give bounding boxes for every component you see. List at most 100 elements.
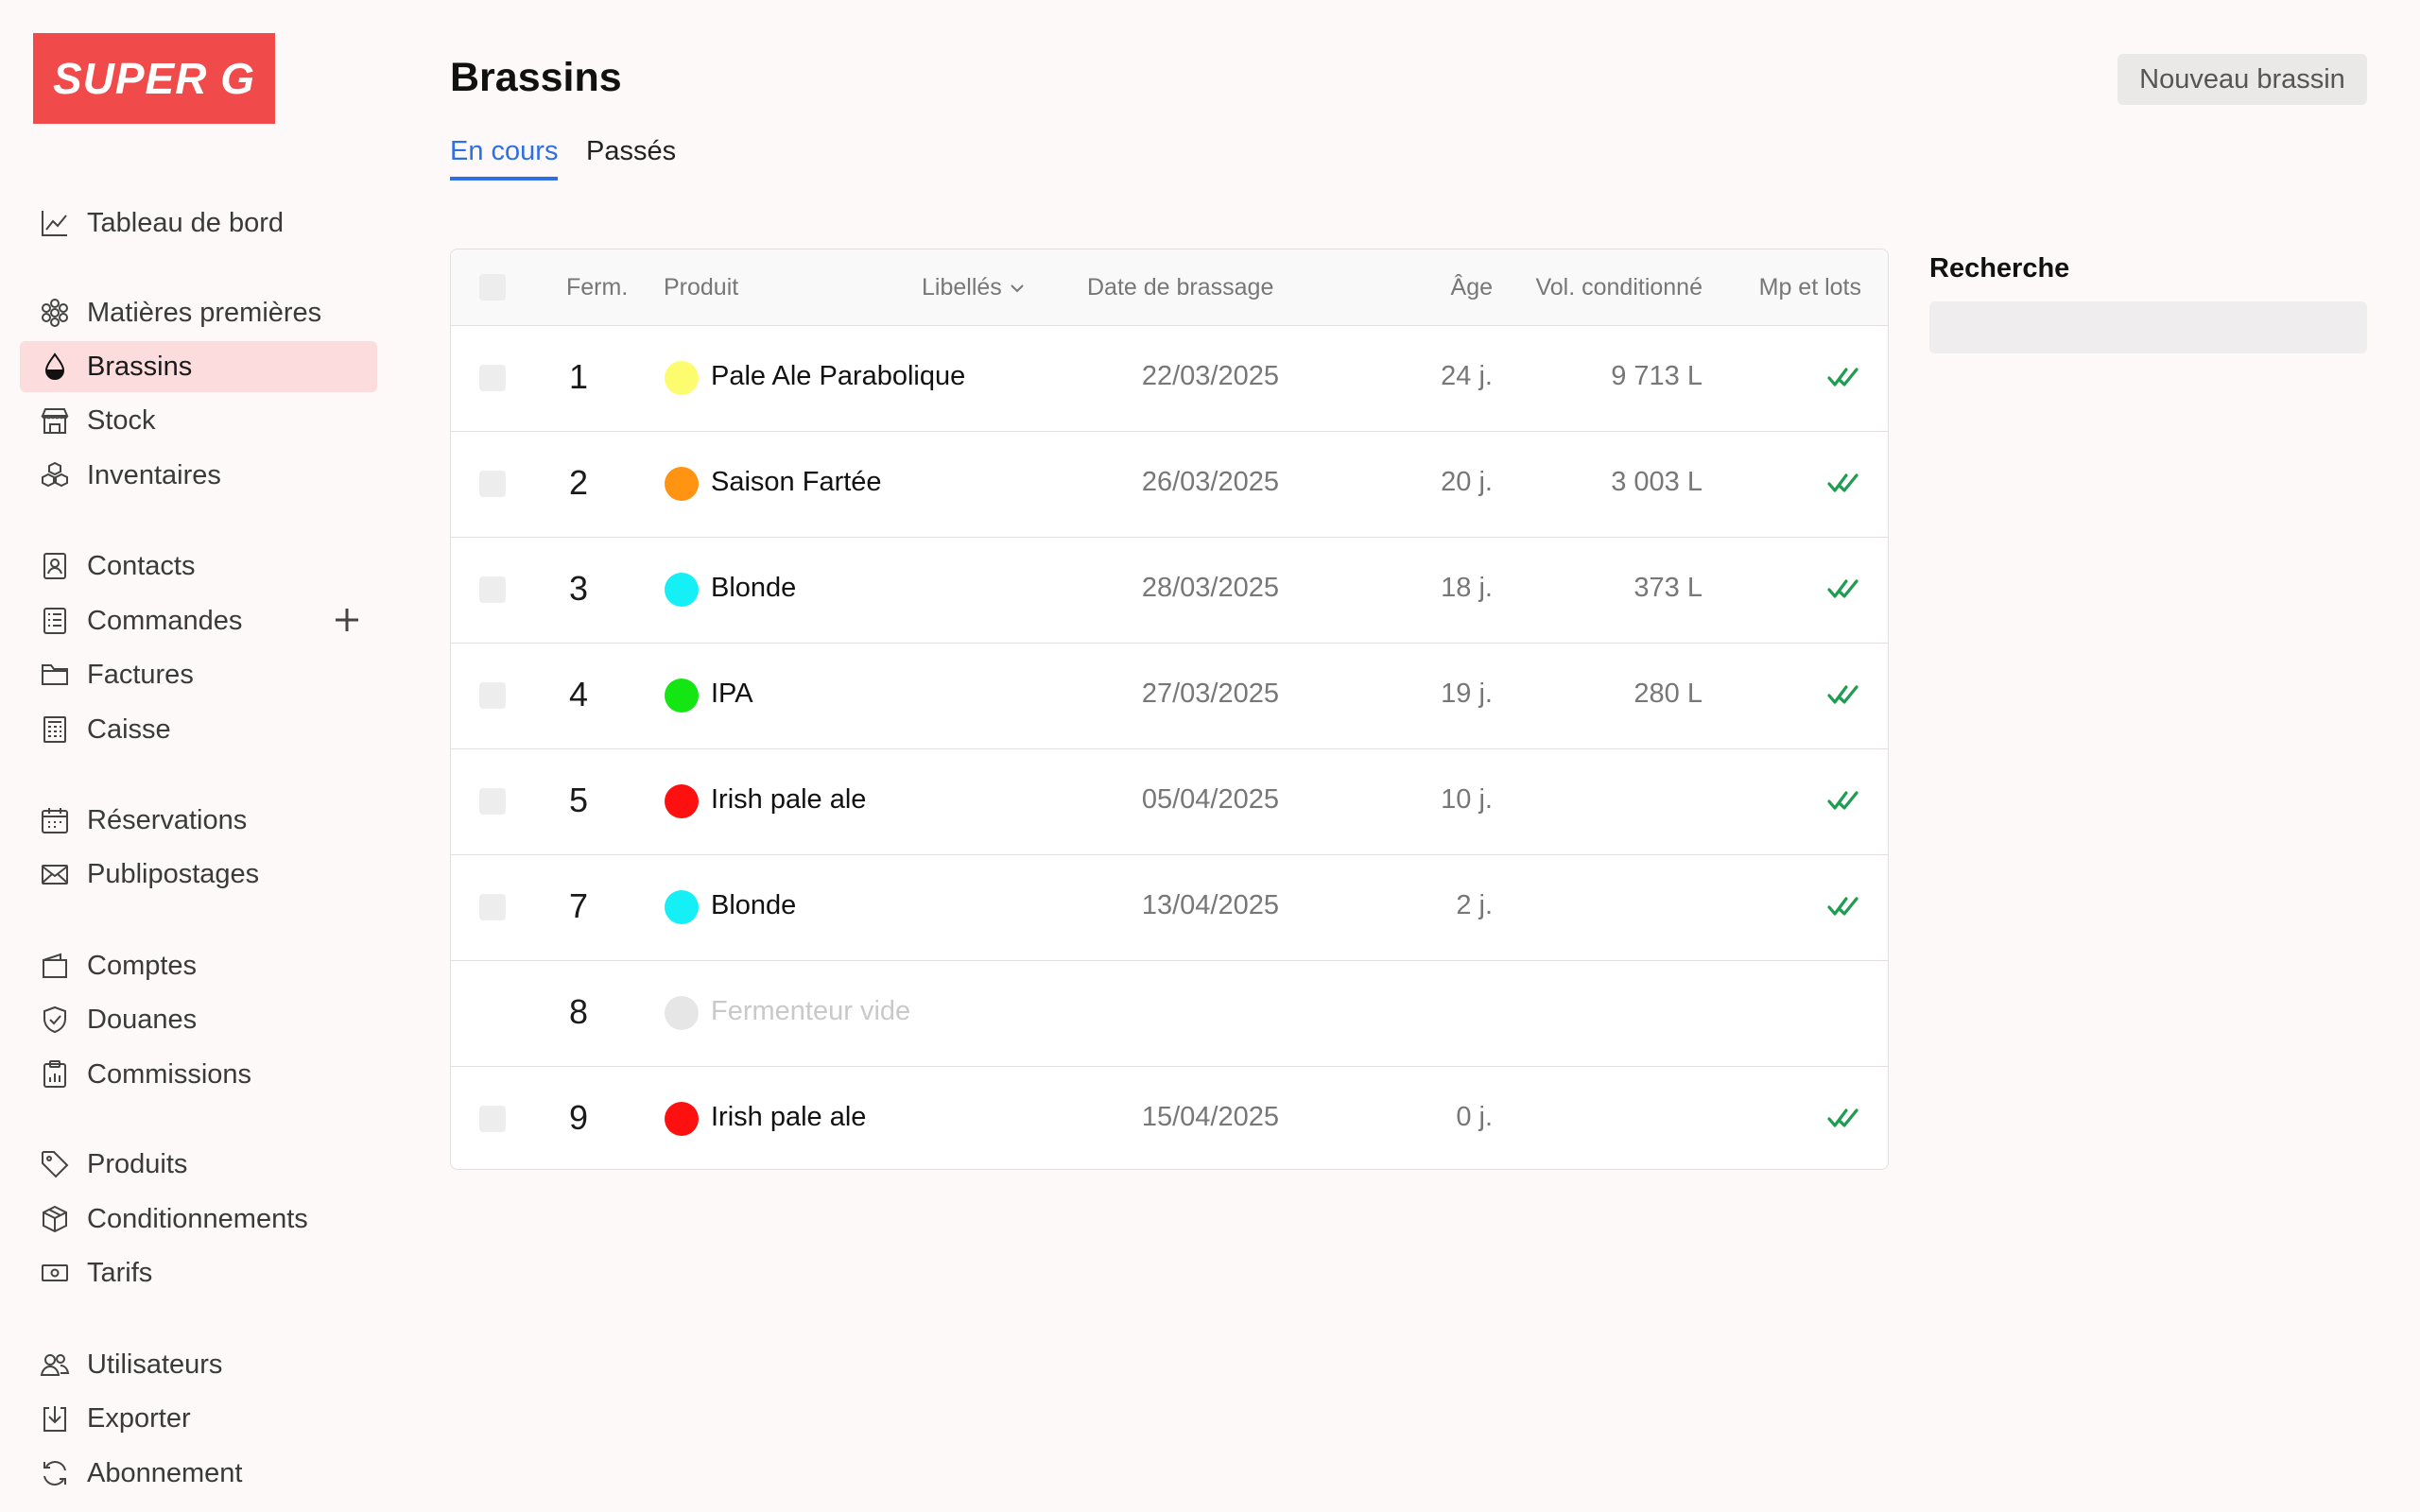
table-row[interactable]: 4 IPA 27/03/2025 19 j. 280 L [451, 643, 1888, 749]
sidebar-item-caisse[interactable]: Caisse [20, 704, 377, 755]
column-header-produit[interactable]: Produit [664, 274, 738, 301]
sidebar-item-label: Caisse [87, 713, 171, 745]
product-name: Fermenteur vide [711, 996, 911, 1026]
product-name[interactable]: Pale Ale Parabolique [711, 361, 965, 392]
product-name[interactable]: IPA [711, 679, 753, 710]
table-row[interactable]: 9 Irish pale ale 15/04/2025 0 j. [451, 1066, 1888, 1172]
label-color-dot [665, 784, 699, 818]
product-name[interactable]: Blonde [711, 890, 796, 921]
sidebar-item-commissions[interactable]: Commissions [20, 1049, 377, 1100]
folder-icon [38, 658, 72, 692]
sidebar-item-reservations[interactable]: Réservations [20, 795, 377, 846]
search-input[interactable] [1929, 301, 2367, 353]
table-row[interactable]: 2 Saison Fartée 26/03/2025 20 j. 3 003 L [451, 431, 1888, 538]
sidebar-item-inventaires[interactable]: Inventaires [20, 450, 377, 501]
brew-date: 05/04/2025 [1141, 784, 1279, 815]
product-name[interactable]: Blonde [711, 573, 796, 604]
sidebar-item-produits[interactable]: Produits [20, 1139, 377, 1190]
sidebar-item-label: Tarifs [87, 1257, 153, 1288]
sidebar-item-exporter[interactable]: Exporter [20, 1393, 377, 1444]
sidebar-item-abonnement[interactable]: Abonnement [20, 1448, 377, 1499]
sidebar-item-label: Commissions [87, 1058, 252, 1090]
column-header-ferm[interactable]: Ferm. [566, 274, 628, 301]
sidebar-item-label: Tableau de bord [87, 207, 284, 238]
sidebar-item-label: Abonnement [87, 1457, 243, 1488]
sidebar-item-brassins[interactable]: Brassins [20, 341, 377, 392]
row-checkbox[interactable] [479, 576, 506, 603]
sidebar-item-stock[interactable]: Stock [20, 395, 377, 446]
libelles-label: Libellés [922, 274, 1002, 301]
row-checkbox[interactable] [479, 788, 506, 815]
sidebar-item-tableau-de-bord[interactable]: Tableau de bord [20, 198, 377, 249]
product-name[interactable]: Saison Fartée [711, 467, 882, 498]
banknote-icon [38, 1256, 72, 1290]
row-checkbox[interactable] [479, 365, 506, 391]
table-row[interactable]: 3 Blonde 28/03/2025 18 j. 373 L [451, 537, 1888, 644]
column-header-vol[interactable]: Vol. conditionné [1535, 274, 1703, 301]
product-name[interactable]: Irish pale ale [711, 784, 866, 816]
fermenter-number: 2 [568, 463, 589, 502]
sidebar-item-label: Factures [87, 659, 194, 690]
sidebar-item-label: Contacts [87, 550, 196, 581]
new-brassin-button[interactable]: Nouveau brassin [2118, 54, 2367, 105]
double-check-icon [1827, 786, 1859, 815]
product-name[interactable]: Irish pale ale [711, 1102, 866, 1133]
brew-age: 18 j. [1441, 573, 1493, 603]
packaged-volume: 373 L [1634, 573, 1703, 603]
drop-icon [38, 350, 72, 384]
sidebar-item-conditionnements[interactable]: Conditionnements [20, 1194, 377, 1245]
shield-icon [38, 1003, 72, 1037]
double-check-icon [1827, 363, 1859, 391]
row-checkbox[interactable] [479, 682, 506, 709]
table-header: Ferm. Produit Libellés Date de brassage … [451, 249, 1888, 326]
contact-card-icon [38, 549, 72, 583]
row-checkbox[interactable] [479, 471, 506, 497]
fermenter-number: 8 [568, 992, 589, 1031]
sidebar: SUPER G Tableau de bord Matières premièr… [0, 0, 397, 1512]
sidebar-item-label: Douanes [87, 1004, 198, 1035]
column-header-libelles[interactable]: Libellés [922, 274, 1027, 301]
table-row[interactable]: 8 Fermenteur vide [451, 960, 1888, 1067]
sidebar-item-utilisateurs[interactable]: Utilisateurs [20, 1339, 377, 1390]
page-title: Brassins [450, 55, 622, 100]
package-icon [38, 1202, 72, 1236]
sidebar-item-commandes[interactable]: Commandes [20, 595, 377, 646]
column-header-mp[interactable]: Mp et lots [1759, 274, 1861, 301]
select-all-checkbox[interactable] [479, 274, 506, 301]
tab-en-cours[interactable]: En cours [450, 136, 559, 180]
users-icon [38, 1348, 72, 1382]
sidebar-item-tarifs[interactable]: Tarifs [20, 1247, 377, 1298]
table-row[interactable]: 1 Pale Ale Parabolique 22/03/2025 24 j. 9 71… [451, 325, 1888, 432]
label-color-dot [665, 679, 699, 713]
order-list-icon [38, 604, 72, 638]
label-color-dot [665, 890, 699, 924]
tab-passes[interactable]: Passés [586, 136, 676, 177]
sidebar-item-comptes[interactable]: Comptes [20, 940, 377, 991]
row-checkbox[interactable] [479, 894, 506, 920]
brew-age: 20 j. [1441, 467, 1493, 497]
add-commande-button[interactable] [330, 603, 364, 637]
fermenter-number: 3 [568, 569, 589, 608]
logo[interactable]: SUPER G [33, 33, 275, 124]
brassins-table: Ferm. Produit Libellés Date de brassage … [450, 249, 1889, 1170]
double-check-icon [1827, 469, 1859, 497]
table-row[interactable]: 5 Irish pale ale 05/04/2025 10 j. [451, 748, 1888, 855]
table-row[interactable]: 7 Blonde 13/04/2025 2 j. [451, 854, 1888, 961]
sidebar-item-douanes[interactable]: Douanes [20, 994, 377, 1045]
clipboard-chart-icon [38, 1057, 72, 1091]
column-header-date[interactable]: Date de brassage [1087, 274, 1273, 301]
double-check-icon [1827, 575, 1859, 603]
column-header-age[interactable]: Âge [1451, 274, 1493, 301]
sidebar-item-factures[interactable]: Factures [20, 649, 377, 700]
brew-age: 10 j. [1441, 784, 1493, 815]
sidebar-item-publipostages[interactable]: Publipostages [20, 849, 377, 900]
row-checkbox[interactable] [479, 1106, 506, 1132]
refresh-icon [38, 1456, 72, 1490]
sidebar-item-label: Utilisateurs [87, 1349, 223, 1380]
fermenter-number: 1 [568, 357, 589, 396]
sidebar-item-matieres-premieres[interactable]: Matières premières [20, 287, 377, 338]
sidebar-item-contacts[interactable]: Contacts [20, 541, 377, 592]
sidebar-item-label: Produits [87, 1148, 188, 1179]
envelope-icon [38, 857, 72, 891]
brew-age: 24 j. [1441, 361, 1493, 391]
